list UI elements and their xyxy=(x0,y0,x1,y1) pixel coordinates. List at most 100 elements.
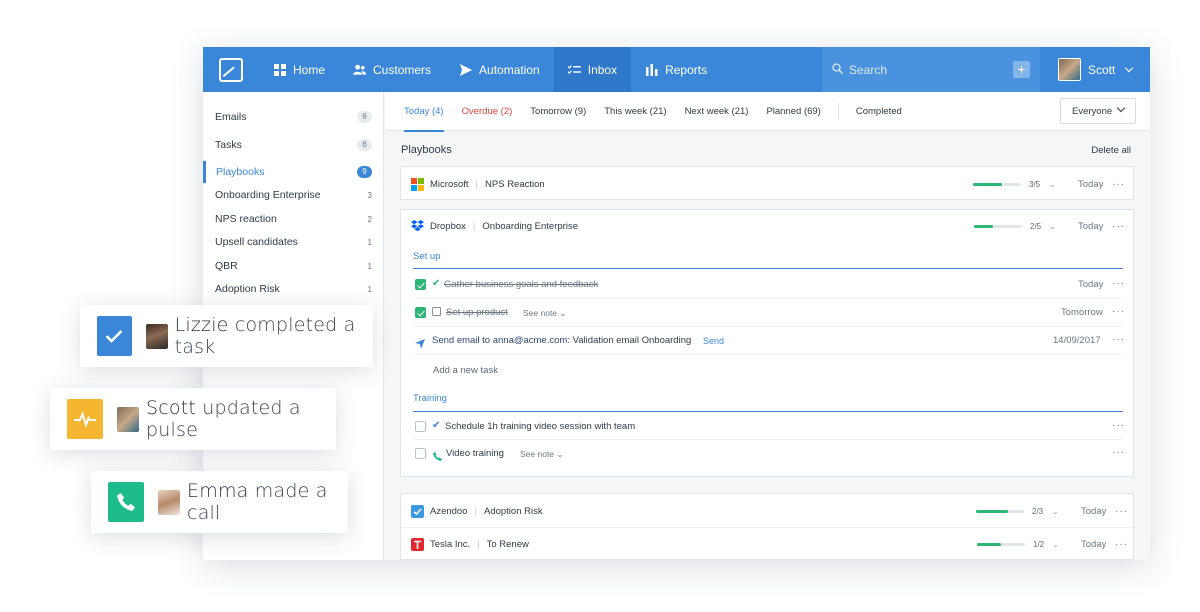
row-divider xyxy=(413,354,1123,355)
task-title[interactable]: Gather business goals and feedback xyxy=(444,279,598,290)
due-date: Today xyxy=(1078,220,1104,232)
add-icon[interactable]: + xyxy=(1013,61,1030,78)
notification-user: Emma xyxy=(187,480,249,502)
count-badge: 1 xyxy=(367,284,372,294)
chevron-down-icon[interactable]: ⌄ xyxy=(1052,540,1059,549)
notification-card-lizzie: Lizzie completed a task xyxy=(80,305,373,367)
tab-today[interactable]: Today (4) xyxy=(395,92,453,132)
top-navbar: Home Customers Automation Inbox Reports xyxy=(203,47,1150,92)
more-options-icon[interactable]: ··· xyxy=(1112,447,1125,458)
send-button[interactable]: Send xyxy=(703,336,724,346)
progress-fill xyxy=(976,510,1009,513)
notification-icon-box xyxy=(108,482,144,522)
email-recipient: Send email to anna@acme.com: xyxy=(432,335,570,346)
chevron-down-icon[interactable]: ⌄ xyxy=(1049,180,1056,189)
playbook-card-microsoft[interactable]: Microsoft | NPS Reaction 3/5 ⌄ Today ··· xyxy=(400,166,1134,200)
count-badge: 3 xyxy=(367,190,372,200)
notification-card-scott: Scott updated a pulse xyxy=(50,388,336,450)
nav-reports[interactable]: Reports xyxy=(631,47,721,92)
more-options-icon[interactable]: ··· xyxy=(1112,306,1125,317)
email-template: Validation email Onboarding xyxy=(572,335,692,346)
user-menu[interactable]: Scott xyxy=(1040,47,1150,92)
more-options-icon[interactable]: ··· xyxy=(1115,539,1128,550)
playbook-card-dropbox: Dropbox | Onboarding Enterprise 2/5 ⌄ To… xyxy=(400,209,1134,477)
delete-all-button[interactable]: Delete all xyxy=(1091,145,1131,156)
nav-inbox[interactable]: Inbox xyxy=(553,47,632,92)
task-due: Tomorrow xyxy=(1061,307,1103,318)
sidebar-item-adoption-risk[interactable]: Adoption Risk 1 xyxy=(203,278,384,300)
playbook-list-group: Azendoo | Adoption Risk 2/3 ⌄ Today ··· … xyxy=(400,493,1134,560)
notification-icon-box xyxy=(67,399,103,439)
task-title[interactable]: Send email to anna@acme.com: Validation … xyxy=(432,335,691,346)
row-divider xyxy=(413,326,1123,327)
users-icon xyxy=(353,63,367,76)
nav-customers[interactable]: Customers xyxy=(339,47,445,92)
sidebar-item-label: Emails xyxy=(215,111,247,123)
more-options-icon[interactable]: ··· xyxy=(1112,179,1125,190)
more-options-icon[interactable]: ··· xyxy=(1112,334,1125,345)
assignee-dropdown[interactable]: Everyone xyxy=(1060,98,1136,124)
progress-fraction: 3/5 xyxy=(1029,179,1041,189)
more-options-icon[interactable]: ··· xyxy=(1112,278,1125,289)
see-note-label: See note xyxy=(523,308,558,318)
task-checkbox[interactable] xyxy=(415,421,426,432)
task-title[interactable]: Schedule 1h training video session with … xyxy=(445,421,635,432)
sidebar-item-qbr[interactable]: QBR 1 xyxy=(203,255,384,277)
user-name: Scott xyxy=(1088,62,1116,77)
row-divider xyxy=(413,439,1123,440)
sidebar-item-label: Onboarding Enterprise xyxy=(215,189,321,201)
more-options-icon[interactable]: ··· xyxy=(1112,420,1125,431)
sidebar-item-emails[interactable]: Emails 6 xyxy=(203,106,384,128)
bar-chart-icon xyxy=(645,63,658,76)
sidebar-item-nps-reaction[interactable]: NPS reaction 2 xyxy=(203,208,384,230)
task-checkbox[interactable] xyxy=(415,448,426,459)
progress-bar xyxy=(977,543,1025,546)
chevron-down-icon[interactable]: ⌄ xyxy=(1049,222,1056,231)
task-checkbox[interactable] xyxy=(415,279,426,290)
task-title[interactable]: Video training xyxy=(446,448,504,459)
microsoft-logo-icon xyxy=(411,177,424,191)
separator: | xyxy=(472,220,476,232)
sidebar-item-label: Tasks xyxy=(215,139,242,151)
search-bar[interactable]: Search + xyxy=(822,47,1040,92)
see-note-label: See note xyxy=(520,449,555,459)
sidebar-item-label: Playbooks xyxy=(216,166,265,178)
see-note-toggle[interactable]: See note ⌄ xyxy=(523,308,567,319)
sidebar-item-tasks[interactable]: Tasks 6 xyxy=(203,134,384,156)
add-task-button[interactable]: Add a new task xyxy=(433,365,498,376)
sidebar-item-playbooks[interactable]: Playbooks 9 xyxy=(203,161,384,183)
tab-overdue[interactable]: Overdue (2) xyxy=(453,92,522,131)
nav-home[interactable]: Home xyxy=(259,47,339,92)
sidebar-item-upsell-candidates[interactable]: Upsell candidates 1 xyxy=(203,231,384,253)
playbook-row-azendoo[interactable]: Azendoo | Adoption Risk 2/3 ⌄ Today ··· xyxy=(401,497,1133,525)
task-checkbox[interactable] xyxy=(415,307,426,318)
sidebar-item-label: NPS reaction xyxy=(215,213,277,225)
playbook-row-tesla[interactable]: Tesla Inc. | To Renew 1/2 ⌄ Today ··· xyxy=(401,530,1133,558)
avatar xyxy=(157,489,181,515)
sidebar-item-onboarding-enterprise[interactable]: Onboarding Enterprise 3 xyxy=(203,184,384,206)
see-note-toggle[interactable]: See note ⌄ xyxy=(520,449,564,460)
task-title[interactable]: Set up product xyxy=(446,307,508,318)
more-options-icon[interactable]: ··· xyxy=(1112,221,1125,232)
azendoo-logo-icon xyxy=(411,504,424,518)
notification-card-emma: Emma made a call xyxy=(91,471,348,533)
separator: | xyxy=(477,538,480,550)
app-logo[interactable] xyxy=(203,47,259,92)
section-training: Training xyxy=(413,393,447,404)
playbook-header[interactable]: Dropbox | Onboarding Enterprise 2/5 ⌄ To… xyxy=(401,212,1133,240)
nav-automation[interactable]: Automation xyxy=(445,47,554,92)
avatar xyxy=(116,406,139,432)
check-icon: ✔ xyxy=(432,420,441,431)
progress-fraction: 2/3 xyxy=(1032,506,1044,516)
chevron-down-icon[interactable]: ⌄ xyxy=(1052,507,1059,516)
tab-tomorrow[interactable]: Tomorrow (9) xyxy=(521,92,595,131)
tesla-logo-icon xyxy=(411,537,424,551)
tab-completed[interactable]: Completed xyxy=(847,92,911,131)
count-badge: 6 xyxy=(357,139,372,151)
section-underline xyxy=(413,411,1123,412)
tab-this-week[interactable]: This week (21) xyxy=(595,92,675,131)
tab-planned[interactable]: Planned (69) xyxy=(757,92,829,131)
more-options-icon[interactable]: ··· xyxy=(1115,506,1128,517)
logo-icon xyxy=(219,57,243,82)
tab-next-week[interactable]: Next week (21) xyxy=(676,92,758,131)
